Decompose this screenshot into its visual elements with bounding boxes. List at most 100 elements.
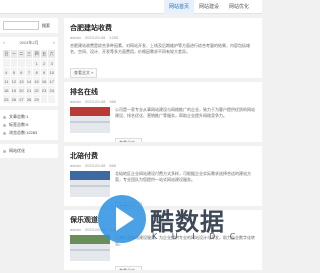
- search-box: 搜索: [0, 18, 58, 33]
- calendar-day[interactable]: 9: [40, 68, 48, 76]
- post-thumbnail[interactable]: [70, 235, 110, 261]
- top-bar: 网站首页 网站建设 网站优化: [0, 0, 262, 14]
- calendar-day[interactable]: 20: [18, 86, 25, 94]
- link-item[interactable]: 网站优化: [3, 147, 55, 155]
- calendar-day[interactable]: 7: [25, 68, 33, 76]
- stats-item: 标签总数:5: [3, 121, 55, 129]
- calendar-widget: « 2024年2月 » 日一二三四五六 1 2 3 4 5 6 7 8 9 10 11 12 13 14 15…: [0, 37, 58, 106]
- calendar-day[interactable]: 19: [10, 86, 18, 94]
- post-card: 北碚付费 admin 2023-09-08 860 北碚地区企业网站建设付费方式多样，可…: [64, 146, 262, 206]
- calendar-day[interactable]: 15: [33, 77, 40, 85]
- calendar-weekday: 一: [10, 50, 18, 58]
- links-widget: 网站优化: [0, 144, 58, 158]
- read-more-button[interactable]: 查看全文 »: [115, 266, 143, 270]
- search-button[interactable]: 搜索: [42, 23, 50, 29]
- post-meta: admin 2023-09-08 1200: [70, 35, 256, 40]
- stats-widget: 文章总数:1 标签总数:5 浏览总数:12283: [0, 110, 58, 140]
- post-views: 980: [109, 99, 117, 104]
- nav-item-2[interactable]: 网站优化: [224, 0, 254, 14]
- nav-item-0[interactable]: 网站首页: [163, 0, 194, 14]
- post-meta: admin 2023-09-08 860: [70, 163, 256, 168]
- stats-list: 文章总数:1 标签总数:5 浏览总数:12283: [3, 113, 55, 137]
- calendar-day[interactable]: 16: [40, 77, 48, 85]
- post-views: 860: [109, 163, 117, 168]
- calendar-day[interactable]: 4: [3, 68, 10, 76]
- watermark-subtext: K U I D C: [152, 232, 242, 241]
- post-excerpt: 北碚地区企业网站建设付费方式多样，可根据企业实际需求选择合适的建站方案，专业团队…: [115, 171, 251, 182]
- post-thumbnail[interactable]: [70, 107, 110, 133]
- post-date: 2023-09-08: [84, 163, 106, 168]
- post-card: 排名在线 admin 2023-09-08 980 公司是一家专业从事网站建设与网络推广…: [64, 82, 262, 142]
- stats-item: 文章总数:1: [3, 113, 55, 121]
- calendar-day: [18, 59, 25, 67]
- read-more-button[interactable]: 查看全文 »: [115, 138, 143, 142]
- calendar-title: 2024年2月: [19, 40, 39, 45]
- bullet-icon: [3, 149, 6, 153]
- page: 网站首页 网站建设 网站优化 搜索 « 2024年2月 » 日一二三四五六12345…: [0, 0, 262, 273]
- post-title[interactable]: 合肥建站收费: [70, 23, 256, 33]
- calendar-day[interactable]: 25: [3, 95, 10, 103]
- calendar-day[interactable]: 6: [18, 68, 25, 76]
- calendar-prev-link[interactable]: «: [3, 40, 5, 48]
- calendar-day[interactable]: 8: [33, 68, 40, 76]
- post-author: admin: [70, 227, 81, 232]
- post-meta: admin 2023-09-08 980: [70, 99, 256, 104]
- post-card: 合肥建站收费 admin 2023-09-08 1200 合肥建站收费是综合多种因素，对…: [64, 18, 262, 78]
- calendar-weekday: 六: [48, 50, 55, 58]
- main-nav: 网站首页 网站建设 网站优化: [163, 0, 254, 14]
- calendar-next-link[interactable]: »: [53, 40, 55, 48]
- calendar-day[interactable]: 18: [3, 86, 10, 94]
- calendar-day[interactable]: 14: [25, 77, 33, 85]
- calendar-day[interactable]: 3: [48, 59, 55, 67]
- calendar-day[interactable]: 5: [10, 68, 18, 76]
- calendar-day[interactable]: 17: [48, 77, 55, 85]
- post-title[interactable]: 北碚付费: [70, 151, 256, 161]
- search-input[interactable]: [3, 21, 39, 30]
- calendar-day[interactable]: 13: [18, 77, 25, 85]
- calendar-day[interactable]: 26: [10, 95, 18, 103]
- calendar-day[interactable]: 28: [25, 95, 33, 103]
- calendar-day[interactable]: 10: [48, 68, 55, 76]
- bullet-icon: [3, 131, 6, 135]
- calendar-day[interactable]: 22: [33, 86, 40, 94]
- stats-item: 浏览总数:12283: [3, 129, 55, 137]
- calendar-day[interactable]: 11: [3, 77, 10, 85]
- calendar-day[interactable]: 2: [40, 59, 48, 67]
- link-label[interactable]: 网站优化: [9, 147, 25, 155]
- nav-item-1[interactable]: 网站建设: [194, 0, 224, 14]
- play-icon: [116, 207, 134, 231]
- calendar-day: [25, 59, 33, 67]
- post-author: admin: [70, 35, 81, 40]
- calendar-day[interactable]: 12: [10, 77, 18, 85]
- calendar-weekday: 五: [40, 50, 48, 58]
- post-date: 2023-09-08: [84, 99, 106, 104]
- calendar-day[interactable]: 24: [48, 86, 55, 94]
- sidebar: 搜索 « 2024年2月 » 日一二三四五六 1 2 3 4 5 6 7 8 9 10 11 12 13 1…: [0, 18, 58, 162]
- read-more-button[interactable]: 查看全文 »: [70, 68, 98, 78]
- post-excerpt: 公司是一家专业从事网站建设与网络推广的企业，致力于为客户提供优质的网站建设、排名…: [115, 107, 255, 118]
- calendar-day[interactable]: 29: [33, 95, 40, 103]
- post-thumbnail[interactable]: [70, 171, 110, 197]
- bullet-icon: [3, 115, 6, 119]
- calendar-grid: 日一二三四五六 1 2 3 4 5 6 7 8 9 10 11 12 13 14 15 16 17 18 19 20 21…: [3, 50, 55, 103]
- calendar-weekday: 三: [25, 50, 33, 58]
- stats-label: 标签总数:5: [9, 122, 29, 127]
- links-list: 网站优化: [3, 147, 55, 155]
- post-title[interactable]: 排名在线: [70, 87, 256, 97]
- calendar-day: [10, 59, 18, 67]
- post-excerpt: 合肥建站收费是综合多种因素，对网站开发、上线及后期维护等方面进行综合考量的结果，…: [70, 43, 250, 54]
- calendar-day: [48, 95, 55, 103]
- calendar-day[interactable]: 1: [33, 59, 40, 67]
- post-author: admin: [70, 99, 81, 104]
- calendar-weekday: 日: [3, 50, 10, 58]
- calendar-day: [40, 95, 48, 103]
- calendar-day[interactable]: 21: [25, 86, 33, 94]
- calendar-day[interactable]: 27: [18, 95, 25, 103]
- bullet-icon: [3, 123, 6, 127]
- calendar-weekday: 二: [18, 50, 25, 58]
- calendar-day[interactable]: 23: [40, 86, 48, 94]
- post-date: 2023-09-08: [84, 35, 106, 40]
- calendar-weekday: 四: [33, 50, 40, 58]
- stats-label: 浏览总数:12283: [9, 130, 38, 135]
- post-author: admin: [70, 163, 81, 168]
